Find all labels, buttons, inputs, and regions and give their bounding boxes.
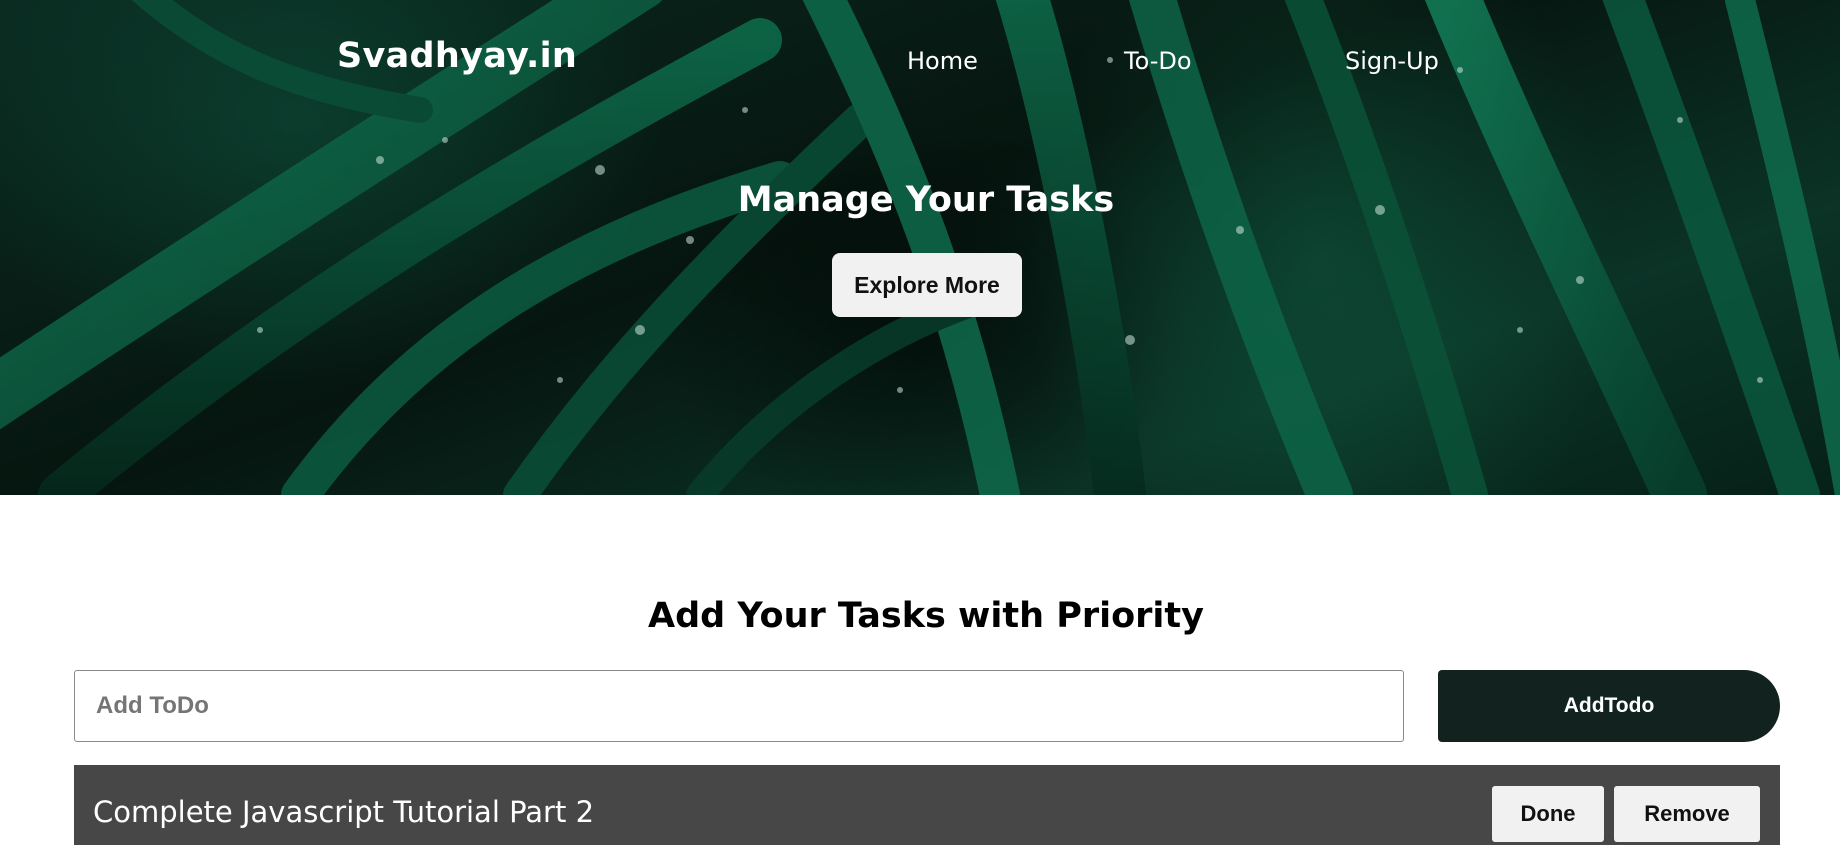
hero-title: Manage Your Tasks — [737, 180, 1115, 220]
nav-todo-link[interactable]: To-Do — [1124, 47, 1192, 75]
section-title: Add Your Tasks with Priority — [648, 596, 1204, 636]
todo-item: Complete Javascript Tutorial Part 2 Done… — [74, 765, 1780, 845]
todo-list: Complete Javascript Tutorial Part 2 Done… — [74, 765, 1780, 845]
nav-signup-link[interactable]: Sign-Up — [1345, 47, 1439, 75]
hero-banner: Svadhyay.in Home To-Do Sign-Up Manage Yo… — [0, 0, 1840, 495]
done-button[interactable]: Done — [1492, 786, 1604, 842]
add-todo-input[interactable] — [74, 670, 1404, 742]
todo-item-text: Complete Javascript Tutorial Part 2 — [93, 795, 595, 829]
remove-button[interactable]: Remove — [1614, 786, 1760, 842]
explore-more-button[interactable]: Explore More — [832, 253, 1022, 317]
nav-home-link[interactable]: Home — [907, 47, 978, 75]
add-todo-button[interactable]: AddTodo — [1438, 670, 1780, 742]
brand-logo[interactable]: Svadhyay.in — [337, 36, 577, 76]
